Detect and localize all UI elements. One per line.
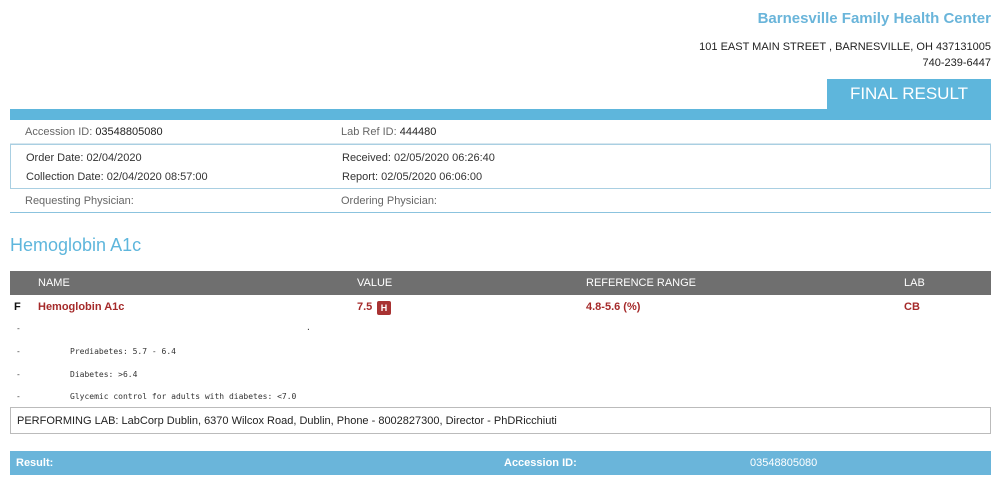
result-lab-code: CB — [904, 301, 920, 313]
footer-accession-label: Accession ID: — [504, 457, 577, 469]
result-value: 7.5 — [357, 301, 373, 313]
note-dash: - — [16, 392, 21, 401]
requesting-physician-field: Requesting Physician: — [25, 195, 134, 207]
labref-label: Lab Ref ID: — [341, 126, 397, 138]
result-test-name: Hemoglobin A1c — [38, 301, 125, 313]
report-value: 02/05/2020 06:06:00 — [381, 171, 483, 183]
collection-date-label: Collection Date: — [26, 171, 104, 183]
accession-label: Accession ID: — [25, 126, 93, 138]
report-label: Report: — [342, 171, 379, 183]
note-text: Glycemic control for adults with diabete… — [70, 392, 297, 401]
collection-date-value: 02/04/2020 08:57:00 — [106, 171, 208, 183]
report-field: Report: 02/05/2020 06:06:00 — [342, 171, 482, 183]
column-header-value: VALUE — [357, 277, 393, 289]
result-note: - Diabetes: >6.4 — [10, 368, 991, 384]
order-date-field: Order Date: 02/04/2020 — [26, 152, 142, 164]
physician-row: Requesting Physician: Ordering Physician… — [10, 189, 991, 213]
ordering-physician-field: Ordering Physician: — [341, 195, 437, 207]
center-phone: 740-239-6447 — [922, 57, 991, 69]
result-row: F Hemoglobin A1c 7.5 H 4.8-5.6 (%) CB — [10, 299, 991, 317]
labref-field: Lab Ref ID: 444480 — [341, 126, 436, 138]
order-date-label: Order Date: — [26, 152, 84, 164]
received-value: 02/05/2020 06:26:40 — [393, 152, 495, 164]
labref-value: 444480 — [399, 126, 437, 138]
note-dash: - — [16, 347, 21, 356]
header-divider-bar — [10, 109, 991, 120]
footer-result-label: Result: — [16, 457, 54, 469]
final-result-badge: FINAL RESULT — [827, 79, 991, 109]
received-label: Received: — [342, 152, 391, 164]
result-note: - . — [10, 322, 991, 338]
performing-lab-box: PERFORMING LAB: LabCorp Dublin, 6370 Wil… — [10, 407, 991, 434]
results-table-header: NAME VALUE REFERENCE RANGE LAB — [10, 271, 991, 295]
requesting-physician-label: Requesting Physician: — [25, 195, 134, 207]
footer-accession-value: 03548805080 — [750, 457, 818, 469]
result-note: - Glycemic control for adults with diabe… — [10, 390, 991, 406]
collection-date-field: Collection Date: 02/04/2020 08:57:00 — [26, 171, 208, 183]
footer-bar: Result: Accession ID: 03548805080 — [10, 451, 991, 475]
note-dash: - — [16, 370, 21, 379]
dates-box: Order Date: 02/04/2020 Received: 02/05/2… — [10, 144, 991, 189]
note-text: Prediabetes: 5.7 - 6.4 — [70, 347, 176, 356]
result-status-flag: F — [14, 301, 21, 313]
note-dot: . — [306, 323, 311, 332]
note-dash: - — [16, 324, 21, 333]
accession-row: Accession ID: 03548805080 Lab Ref ID: 44… — [10, 120, 991, 144]
center-address: 101 EAST MAIN STREET , BARNESVILLE, OH 4… — [699, 41, 991, 53]
result-reference-range: 4.8-5.6 (%) — [586, 301, 641, 313]
column-header-name: NAME — [38, 277, 70, 289]
section-title: Hemoglobin A1c — [10, 235, 142, 255]
center-name: Barnesville Family Health Center — [757, 10, 991, 27]
high-flag-badge: H — [377, 301, 391, 315]
note-text: Diabetes: >6.4 — [70, 370, 138, 379]
accession-value: 03548805080 — [95, 126, 163, 138]
order-date-value: 02/04/2020 — [86, 152, 142, 164]
column-header-reference-range: REFERENCE RANGE — [586, 277, 697, 289]
accession-field: Accession ID: 03548805080 — [25, 126, 163, 138]
ordering-physician-label: Ordering Physician: — [341, 195, 437, 207]
result-note: - Prediabetes: 5.7 - 6.4 — [10, 345, 991, 361]
column-header-lab: LAB — [904, 277, 925, 289]
received-field: Received: 02/05/2020 06:26:40 — [342, 152, 495, 164]
